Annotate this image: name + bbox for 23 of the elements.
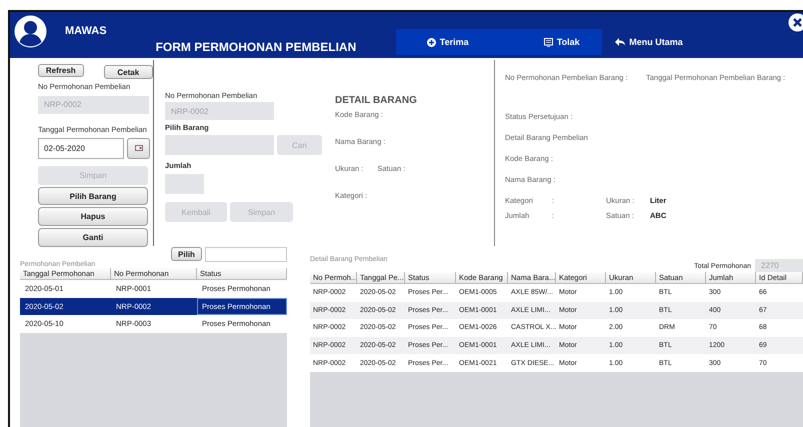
action-button[interactable]: Menu Utama — [615, 29, 683, 55]
form-button[interactable]: Hapus — [38, 207, 148, 226]
date-field[interactable]: 02-05-2020 — [38, 138, 124, 159]
form-button[interactable]: Ganti — [38, 228, 148, 247]
action-button[interactable]: Tolak — [499, 29, 602, 55]
section-title: DETAIL BARANG — [335, 95, 417, 106]
form-title: FORM PERMOHONAN PEMBELIAN — [156, 40, 356, 56]
user-name: MAWAS — [65, 25, 107, 39]
form-button[interactable]: Pilih Barang — [38, 186, 148, 206]
document-icon — [544, 38, 553, 46]
close-icon[interactable] — [788, 13, 803, 32]
refresh-button[interactable]: Refresh — [38, 64, 84, 77]
user-avatar-icon — [14, 15, 47, 48]
plus-circle-icon — [426, 38, 436, 46]
search-field[interactable] — [205, 247, 287, 262]
action-button[interactable]: Terima — [396, 29, 500, 55]
item-field[interactable] — [165, 135, 274, 155]
calendar-button[interactable] — [127, 138, 150, 159]
quantity-field[interactable] — [165, 174, 204, 194]
select-button[interactable]: Pilih — [171, 247, 202, 261]
print-button[interactable]: Cetak — [104, 65, 153, 79]
back-arrow-icon — [615, 38, 626, 46]
calendar-icon — [134, 145, 142, 152]
